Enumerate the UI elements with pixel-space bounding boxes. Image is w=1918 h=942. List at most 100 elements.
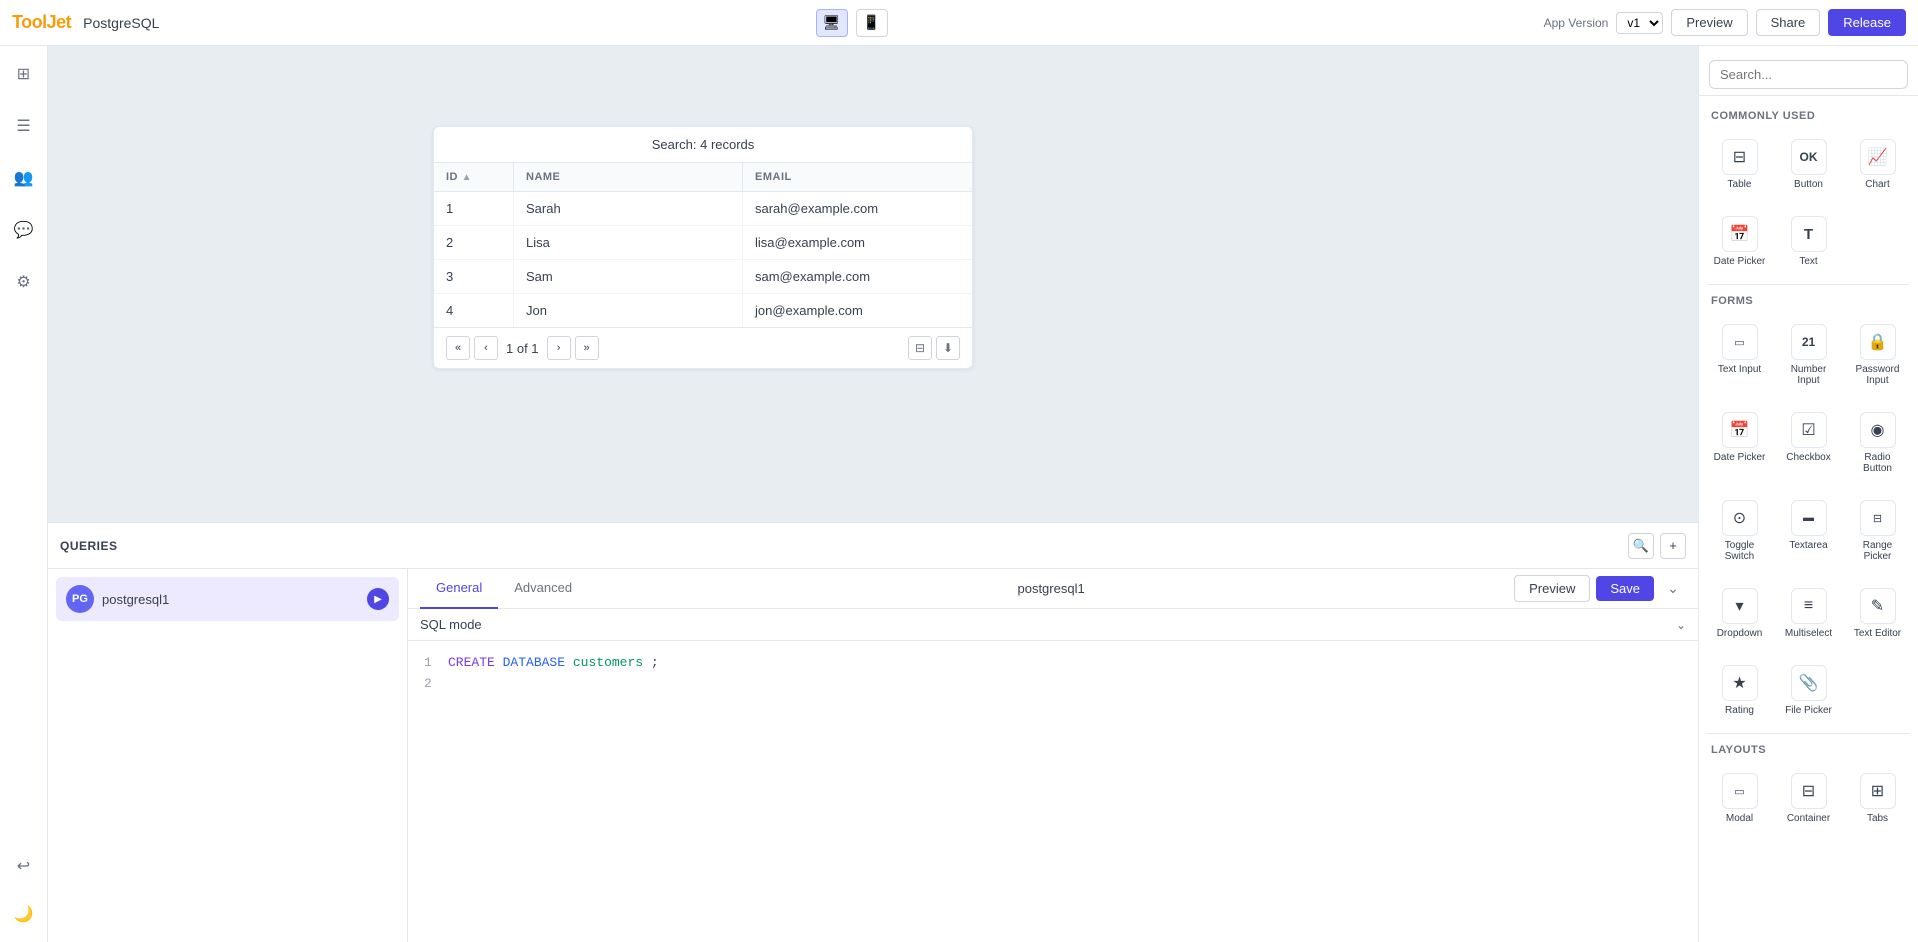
widget-filepicker[interactable]: 📎 File Picker <box>1776 656 1841 725</box>
mobile-device-button[interactable]: 📱 <box>856 9 888 37</box>
query-item-postgresql1[interactable]: PG postgresql1 ▶ <box>56 577 399 621</box>
tab-general[interactable]: General <box>420 569 498 609</box>
sidebar-icon-users[interactable]: 👥 <box>8 162 40 194</box>
code-line-2: 2 <box>424 674 1682 695</box>
dropdown-icon: ▾ <box>1722 588 1758 624</box>
app-version-label: App Version <box>1544 16 1609 30</box>
widget-text[interactable]: T Text <box>1776 207 1841 276</box>
version-select[interactable]: v1 <box>1616 12 1663 34</box>
textarea-icon: ▬ <box>1791 500 1827 536</box>
save-query-button[interactable]: Save <box>1596 576 1654 601</box>
release-button[interactable]: Release <box>1828 9 1906 36</box>
sidebar-icon-data[interactable]: ☰ <box>8 110 40 142</box>
table-row[interactable]: 2 Lisa lisa@example.com <box>434 226 972 260</box>
sidebar-icon-widgets[interactable]: ⊞ <box>8 58 40 90</box>
widget-search-input[interactable] <box>1709 60 1908 89</box>
button-icon: OK <box>1791 139 1827 175</box>
widget-rangepicker[interactable]: ⊟ Range Picker <box>1845 491 1910 571</box>
filter-button[interactable]: ⊟ <box>908 336 932 360</box>
preview-button[interactable]: Preview <box>1671 9 1747 36</box>
col-name[interactable]: NAME <box>514 163 743 191</box>
filepicker-icon: 📎 <box>1791 665 1827 701</box>
cell-email: sam@example.com <box>743 260 972 293</box>
query-editor-name: postgresql1 <box>1017 581 1084 596</box>
search-queries-button[interactable]: 🔍 <box>1628 533 1654 559</box>
modal-icon: ▭ <box>1722 773 1758 809</box>
cell-name: Lisa <box>514 226 743 259</box>
widget-datepicker[interactable]: 📅 Date Picker <box>1707 207 1772 276</box>
widget-tabs[interactable]: ⊞ Tabs <box>1845 764 1910 833</box>
divider-forms <box>1707 284 1910 285</box>
last-page-button[interactable]: » <box>575 336 599 360</box>
widget-container[interactable]: ⊟ Container <box>1776 764 1841 833</box>
forms-label: Forms <box>1699 289 1918 311</box>
sidebar-icon-darkmode[interactable]: 🌙 <box>8 898 40 930</box>
pagination: « ‹ 1 of 1 › » <box>446 336 599 360</box>
col-email[interactable]: EMAIL <box>743 163 972 191</box>
container-icon: ⊟ <box>1791 773 1827 809</box>
desktop-device-button[interactable]: 🖥 <box>816 9 848 37</box>
widget-button[interactable]: OK Button <box>1776 130 1841 199</box>
canvas[interactable]: Search: 4 records ID ▲ NAME EMAIL 1 Sara… <box>48 46 1698 522</box>
widget-textarea[interactable]: ▬ Textarea <box>1776 491 1841 571</box>
widget-chart[interactable]: 📈 Chart <box>1845 130 1910 199</box>
prev-page-button[interactable]: ‹ <box>474 336 498 360</box>
preview-query-button[interactable]: Preview <box>1514 575 1590 602</box>
datepicker2-icon: 📅 <box>1722 412 1758 448</box>
cell-email: lisa@example.com <box>743 226 972 259</box>
cell-name: Sam <box>514 260 743 293</box>
widget-modal[interactable]: ▭ Modal <box>1707 764 1772 833</box>
next-page-button[interactable]: › <box>547 336 571 360</box>
widget-rating[interactable]: ★ Rating <box>1707 656 1772 725</box>
cell-id: 2 <box>434 226 514 259</box>
widget-toggleswitch[interactable]: ⊙ Toggle Switch <box>1707 491 1772 571</box>
widget-multiselect[interactable]: ≡ Multiselect <box>1776 579 1841 648</box>
first-page-button[interactable]: « <box>446 336 470 360</box>
texteditor-icon: ✎ <box>1860 588 1896 624</box>
checkbox-icon: ☑ <box>1791 412 1827 448</box>
cell-email: jon@example.com <box>743 294 972 327</box>
table-footer: « ‹ 1 of 1 › » ⊟ ⬇ <box>434 327 972 368</box>
widget-dropdown[interactable]: ▾ Dropdown <box>1707 579 1772 648</box>
widget-textinput[interactable]: ▭ Text Input <box>1707 315 1772 395</box>
table-row[interactable]: 3 Sam sam@example.com <box>434 260 972 294</box>
code-editor[interactable]: 1 CREATE DATABASE customers ; <box>408 641 1698 942</box>
sql-mode-bar[interactable]: SQL mode ⌄ <box>408 609 1698 641</box>
forms-grid-5: ★ Rating 📎 File Picker <box>1699 652 1918 729</box>
query-list: PG postgresql1 ▶ <box>48 569 408 942</box>
tab-advanced[interactable]: Advanced <box>498 569 588 609</box>
widget-checkbox[interactable]: ☑ Checkbox <box>1776 403 1841 483</box>
collapse-query-panel-button[interactable]: ⌄ <box>1660 576 1686 602</box>
left-sidebar: ⊞ ☰ 👥 💬 ⚙ ↩ 🌙 <box>0 46 48 942</box>
rangepicker-icon: ⊟ <box>1860 500 1896 536</box>
table-row[interactable]: 1 Sarah sarah@example.com <box>434 192 972 226</box>
widget-numberinput[interactable]: 21 Number Input <box>1776 315 1841 395</box>
forms-grid-3: ⊙ Toggle Switch ▬ Textarea ⊟ Range Picke… <box>1699 487 1918 575</box>
commonly-used-grid: ⊟ Table OK Button 📈 Chart <box>1699 126 1918 203</box>
widget-passwordinput[interactable]: 🔒 Password Input <box>1845 315 1910 395</box>
cell-name: Sarah <box>514 192 743 225</box>
run-query-button[interactable]: ▶ <box>367 588 389 610</box>
table-body: 1 Sarah sarah@example.com 2 Lisa lisa@ex… <box>434 192 972 327</box>
table-row[interactable]: 4 Jon jon@example.com <box>434 294 972 327</box>
widget-table[interactable]: ⊟ Table <box>1707 130 1772 199</box>
download-button[interactable]: ⬇ <box>936 336 960 360</box>
layouts-label: Layouts <box>1699 738 1918 760</box>
sidebar-icon-undo[interactable]: ↩ <box>8 850 40 882</box>
widget-datepicker2[interactable]: 📅 Date Picker <box>1707 403 1772 483</box>
cell-id: 3 <box>434 260 514 293</box>
app-logo[interactable]: ToolJet <box>12 12 71 33</box>
queries-label: QUERIES <box>60 539 240 553</box>
widget-texteditor[interactable]: ✎ Text Editor <box>1845 579 1910 648</box>
sql-mode-chevron: ⌄ <box>1676 618 1686 632</box>
share-button[interactable]: Share <box>1756 9 1821 36</box>
sidebar-icon-settings[interactable]: ⚙ <box>8 266 40 298</box>
right-panel-search <box>1699 54 1918 96</box>
right-panel: Commonly Used ⊟ Table OK Button 📈 Chart … <box>1698 46 1918 942</box>
table-header: Search: 4 records <box>434 127 972 163</box>
add-query-button[interactable]: + <box>1660 533 1686 559</box>
text-icon: T <box>1791 216 1827 252</box>
widget-radiobutton[interactable]: ◉ Radio Button <box>1845 403 1910 483</box>
col-id[interactable]: ID ▲ <box>434 163 514 191</box>
sidebar-icon-comments[interactable]: 💬 <box>8 214 40 246</box>
